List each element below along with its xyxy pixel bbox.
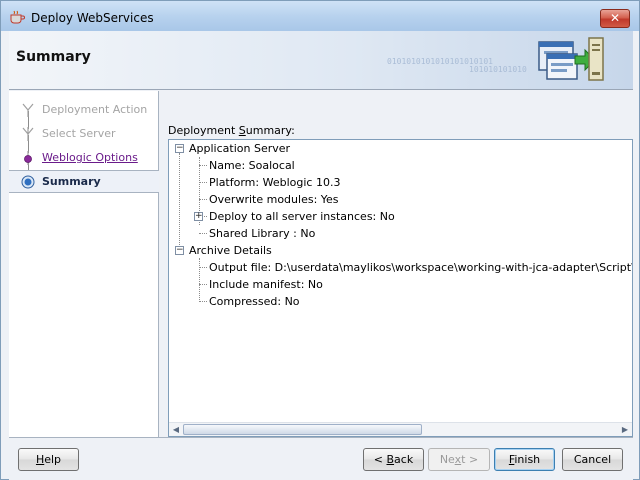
btn-text: elp [44, 453, 62, 466]
scroll-left-icon[interactable]: ◀ [170, 424, 182, 436]
btn-mnemonic: B [386, 453, 395, 466]
btn-text: < [373, 453, 387, 466]
tree-node-platform[interactable]: Platform: Weblogic 10.3 [209, 174, 340, 191]
deployment-summary-label: Deployment Summary: [168, 124, 295, 137]
label-text: ummary: [245, 124, 295, 137]
title-bar: Deploy WebServices ✕ [0, 0, 640, 31]
tree-body: − Application Server Name: Soalocal Plat… [169, 140, 632, 422]
tree-connector [199, 199, 207, 200]
step-fork-icon [22, 103, 34, 117]
scroll-right-icon[interactable]: ▶ [619, 424, 631, 436]
tree-connector [199, 267, 207, 268]
step-label: Select Server [42, 127, 116, 140]
scrollbar-thumb[interactable] [183, 424, 422, 435]
button-bar: Help < Back Next > Finish Cancel [9, 437, 633, 480]
tree-node-manifest[interactable]: Include manifest: No [209, 276, 323, 293]
step-select-server: Select Server [9, 123, 159, 145]
tree-connector [199, 165, 207, 166]
tree-node-output-file[interactable]: Output file: D:\userdata\maylikos\worksp… [209, 259, 632, 276]
btn-text: ack [394, 453, 414, 466]
step-label[interactable]: Weblogic Options [42, 151, 138, 164]
step-weblogic-options[interactable]: Weblogic Options [9, 147, 159, 169]
tree-connector [179, 153, 180, 249]
tree-node-deploy-all[interactable]: Deploy to all server instances: No [209, 208, 395, 225]
horizontal-scrollbar[interactable]: ◀ ▶ [169, 422, 632, 436]
btn-text: t > [461, 453, 479, 466]
tree-node-shared-library[interactable]: Shared Library : No [209, 225, 315, 242]
step-summary[interactable]: Summary [9, 170, 159, 193]
coffee-cup-icon [10, 10, 25, 24]
close-button[interactable]: ✕ [600, 9, 630, 28]
tree-node-name[interactable]: Name: Soalocal [209, 157, 295, 174]
step-deployment-action: Deployment Action [9, 99, 159, 121]
next-button: Next > [428, 448, 490, 471]
tree-connector [199, 233, 207, 234]
back-button[interactable]: < Back [363, 448, 424, 471]
help-button[interactable]: Help [18, 448, 79, 471]
tree-connector [199, 182, 207, 183]
tree-node-overwrite[interactable]: Overwrite modules: Yes [209, 191, 339, 208]
tree-node-archive-details[interactable]: Archive Details [189, 242, 272, 259]
window-title: Deploy WebServices [31, 11, 154, 25]
step-label: Deployment Action [42, 103, 148, 116]
btn-text: Ne [439, 453, 455, 466]
step-dot-icon [24, 151, 32, 165]
step-label: Summary [42, 175, 101, 188]
label-text: Deployment [168, 124, 239, 137]
summary-tree[interactable]: − Application Server Name: Soalocal Plat… [168, 139, 633, 437]
label-mnemonic: S [238, 124, 246, 137]
current-step-icon [21, 175, 35, 189]
collapse-icon[interactable]: − [175, 144, 184, 153]
header-banner: Summary 0101010101010101010101 101010101… [9, 31, 633, 90]
wizard-steps-nav: Deployment Action Select Server Weblogic… [9, 91, 159, 437]
summary-panel: Deployment Summary: − Application Server… [159, 91, 633, 437]
tree-connector [199, 258, 200, 300]
step-fork-icon [22, 127, 34, 141]
binary-decoration-2: 101010101010 [469, 65, 527, 74]
tree-connector [199, 301, 207, 302]
close-icon: ✕ [609, 11, 621, 25]
expand-icon[interactable]: + [194, 212, 203, 221]
tree-node-compressed[interactable]: Compressed: No [209, 293, 300, 310]
cancel-button[interactable]: Cancel [562, 448, 623, 471]
dialog-frame: Summary 0101010101010101010101 101010101… [0, 31, 640, 480]
wizard-body: Deployment Action Select Server Weblogic… [9, 91, 633, 437]
collapse-icon[interactable]: − [175, 246, 184, 255]
tree-node-application-server[interactable]: Application Server [189, 140, 290, 157]
page-title: Summary [16, 49, 91, 65]
tree-connector [199, 284, 207, 285]
btn-mnemonic: H [35, 453, 45, 466]
deploy-server-icon [538, 37, 604, 81]
btn-text: inish [514, 453, 541, 466]
finish-button[interactable]: Finish [494, 448, 555, 471]
